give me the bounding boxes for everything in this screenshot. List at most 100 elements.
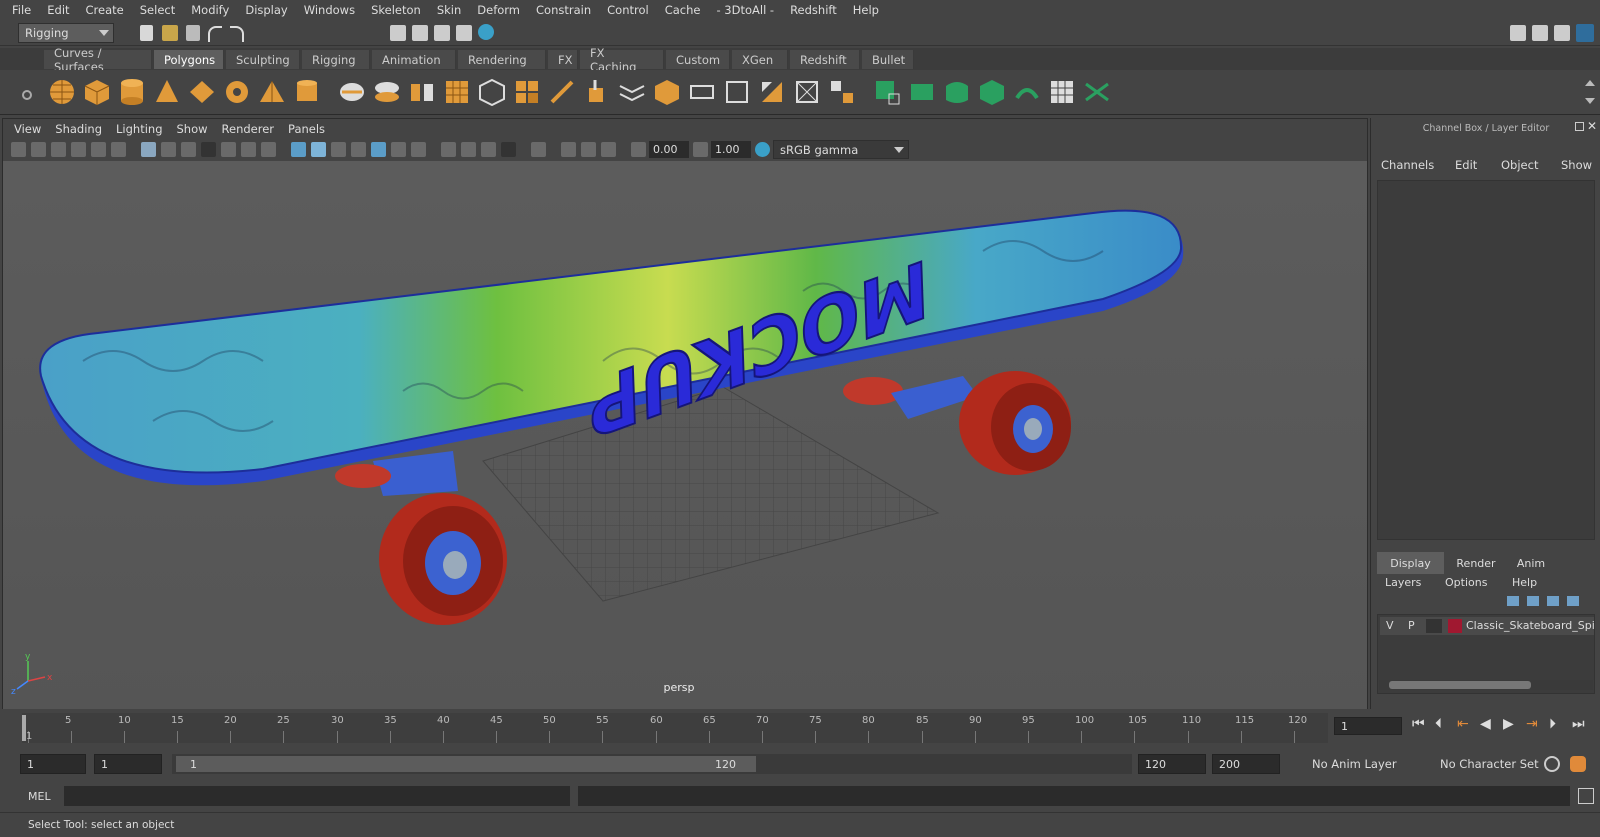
camera-attributes-icon[interactable] xyxy=(31,142,46,157)
separate-icon[interactable] xyxy=(373,78,401,106)
wireframe-on-shaded-icon[interactable] xyxy=(351,142,366,157)
layer-menu-help[interactable]: Help xyxy=(1512,576,1537,589)
script-editor-icon[interactable] xyxy=(1578,788,1594,804)
open-scene-icon[interactable] xyxy=(162,25,178,41)
float-panel-icon[interactable] xyxy=(1575,122,1584,131)
smooth-icon[interactable] xyxy=(443,78,471,106)
menu-deform[interactable]: Deform xyxy=(469,3,528,17)
poly-pyramid-icon[interactable] xyxy=(258,78,286,106)
shelf-tab-curves-surfaces[interactable]: Curves / Surfaces xyxy=(44,46,152,74)
layer-list-scrollbar[interactable] xyxy=(1379,680,1593,690)
layer-playback-toggle[interactable]: P xyxy=(1408,619,1415,632)
viewport-menu-renderer[interactable]: Renderer xyxy=(215,122,282,136)
command-language-label[interactable]: MEL xyxy=(28,790,51,803)
shelf-tab-sculpting[interactable]: Sculpting xyxy=(226,50,300,69)
poly-pipe-icon[interactable] xyxy=(293,78,321,106)
ipr-render-icon[interactable] xyxy=(434,25,450,41)
layer-menu-layers[interactable]: Layers xyxy=(1385,576,1421,589)
anti-aliasing-icon[interactable] xyxy=(481,142,496,157)
exposure-icon[interactable] xyxy=(631,142,646,157)
current-time-indicator[interactable] xyxy=(22,715,26,741)
animation-start-field[interactable]: 1 xyxy=(20,754,86,774)
new-scene-icon[interactable] xyxy=(140,25,153,41)
mode-selector[interactable]: Rigging xyxy=(18,23,114,43)
xray-active-icon[interactable] xyxy=(581,142,596,157)
field-chart-icon[interactable] xyxy=(201,142,216,157)
character-set-dropdown[interactable]: No Character Set xyxy=(1434,754,1556,774)
channel-box-menu-object[interactable]: Object xyxy=(1501,158,1538,172)
hypershade-icon[interactable] xyxy=(478,24,494,40)
shelf-tab-fx-caching[interactable]: FX Caching xyxy=(580,46,664,74)
exposure-field[interactable]: 0.00 xyxy=(649,141,689,158)
wireframe-icon[interactable] xyxy=(291,142,306,157)
reduce-icon[interactable] xyxy=(478,78,506,106)
shelf-scroll-up-icon[interactable] xyxy=(1585,80,1595,86)
play-forwards-icon[interactable]: ▶ xyxy=(1503,716,1514,732)
shelf-tab-custom[interactable]: Custom xyxy=(666,50,730,69)
channel-box-menu-edit[interactable]: Edit xyxy=(1455,158,1477,172)
automatic-uv-icon[interactable] xyxy=(873,78,901,106)
xray-icon[interactable] xyxy=(561,142,576,157)
time-ruler[interactable]: 1 5 10 15 20 25 30 35 40 45 50 55 60 65 70 75 80 85 90 95 10… xyxy=(22,713,1328,743)
animation-end-field[interactable]: 200 xyxy=(1212,754,1280,774)
film-gate-icon[interactable] xyxy=(111,142,126,157)
3d-viewport[interactable]: MOCKUP y x z persp xyxy=(3,161,1367,709)
menu-redshift[interactable]: Redshift xyxy=(782,3,845,17)
save-scene-icon[interactable] xyxy=(186,25,200,41)
anim-layer-dropdown[interactable]: No Anim Layer xyxy=(1306,754,1426,774)
move-layer-up-icon[interactable] xyxy=(1507,596,1519,606)
mirror-icon[interactable] xyxy=(408,78,436,106)
play-backwards-icon[interactable]: ◀ xyxy=(1480,716,1491,732)
prev-key-icon[interactable]: ⇤ xyxy=(1457,716,1469,732)
extrude-icon[interactable] xyxy=(653,78,681,106)
playback-start-field[interactable]: 1 xyxy=(94,754,162,774)
fill-hole-icon[interactable] xyxy=(758,78,786,106)
poly-cylinder-icon[interactable] xyxy=(118,78,146,106)
menu-constrain[interactable]: Constrain xyxy=(528,3,599,17)
image-plane-icon[interactable] xyxy=(71,142,86,157)
attribute-editor-icon[interactable] xyxy=(1532,25,1548,41)
safe-action-icon[interactable] xyxy=(221,142,236,157)
move-layer-down-icon[interactable] xyxy=(1527,596,1539,606)
spherical-uv-icon[interactable] xyxy=(943,78,971,106)
shelf-tab-polygons[interactable]: Polygons xyxy=(154,50,224,69)
layer-display-type-toggle[interactable] xyxy=(1426,619,1442,633)
texel-density-icon[interactable] xyxy=(1083,78,1111,106)
shelf-tab-rendering[interactable]: Rendering xyxy=(458,50,546,69)
viewport-menu-shading[interactable]: Shading xyxy=(48,122,109,136)
menu-modify[interactable]: Modify xyxy=(183,3,237,17)
poly-cone-icon[interactable] xyxy=(153,78,181,106)
scrollbar-thumb[interactable] xyxy=(1389,681,1531,689)
undo-icon[interactable] xyxy=(208,26,222,42)
next-key-icon[interactable]: ⇥ xyxy=(1526,716,1538,732)
layer-tab-anim[interactable]: Anim xyxy=(1508,552,1554,574)
channel-box-menu-show[interactable]: Show xyxy=(1561,158,1592,172)
use-all-lights-icon[interactable] xyxy=(391,142,406,157)
cylindrical-uv-icon[interactable] xyxy=(908,78,936,106)
layer-row[interactable]: V P Classic_Skateboard_Spitf xyxy=(1380,617,1594,635)
shelf-tab-redshift[interactable]: Redshift xyxy=(790,50,860,69)
motion-blur-icon[interactable] xyxy=(461,142,476,157)
target-weld-icon[interactable] xyxy=(583,78,611,106)
shelf-tab-fx[interactable]: FX xyxy=(548,50,578,69)
new-layer-selected-icon[interactable] xyxy=(1567,596,1579,606)
view-transform-dropdown[interactable]: sRGB gamma xyxy=(773,140,909,159)
multi-cut-icon[interactable] xyxy=(548,78,576,106)
viewport-menu-lighting[interactable]: Lighting xyxy=(109,122,169,136)
viewport-menu-show[interactable]: Show xyxy=(170,122,215,136)
tool-settings-icon[interactable] xyxy=(1554,25,1570,41)
depth-of-field-icon[interactable] xyxy=(501,142,516,157)
screen-space-ao-icon[interactable] xyxy=(441,142,456,157)
poly-torus-icon[interactable] xyxy=(223,78,251,106)
modeling-toolkit-icon[interactable] xyxy=(1510,25,1526,41)
render-settings-icon[interactable] xyxy=(456,25,472,41)
playback-end-field[interactable]: 120 xyxy=(1138,754,1206,774)
time-slider[interactable]: 1 5 10 15 20 25 30 35 40 45 50 55 60 65 70 75 80 85 90 95 10… xyxy=(0,711,1600,747)
range-slider-handle[interactable]: 1 120 xyxy=(176,756,756,772)
range-slider-track[interactable]: 1 120 xyxy=(172,754,1132,774)
grid-icon[interactable] xyxy=(141,142,156,157)
viewport-menu-view[interactable]: View xyxy=(7,122,48,136)
uv-layout-icon[interactable] xyxy=(828,78,856,106)
render-frame-icon[interactable] xyxy=(390,25,406,41)
bookmark-icon[interactable] xyxy=(51,142,66,157)
